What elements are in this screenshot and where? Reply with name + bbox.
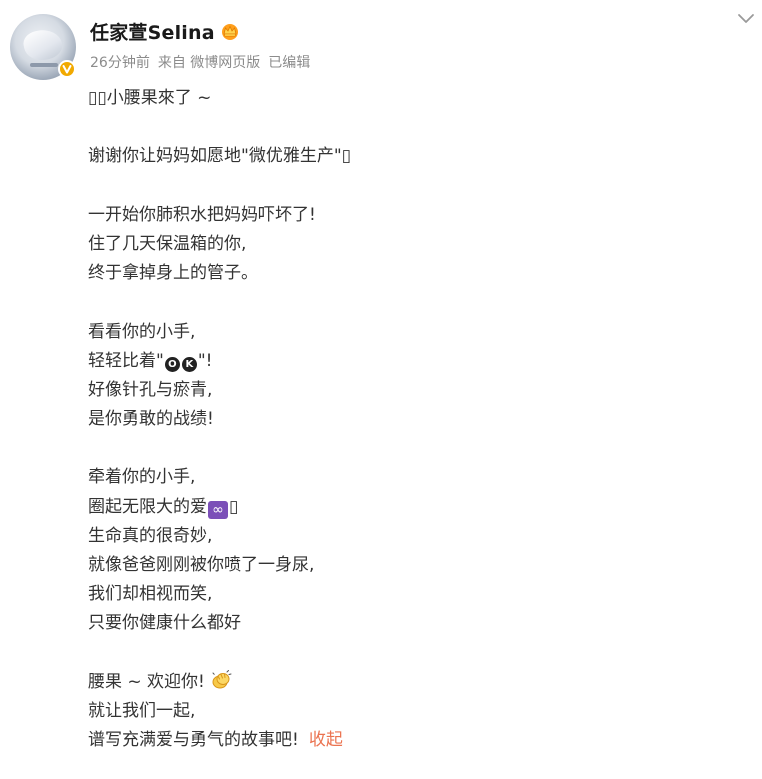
ok-line-suffix: "! [197, 350, 213, 371]
avatar-figure [21, 26, 65, 64]
post-line: 牵着你的小手, [88, 467, 196, 488]
infinity-icon: ∞ [208, 500, 228, 519]
post-line: 谢谢你让妈妈如愿地"微优雅生产"▯ [88, 146, 351, 167]
post-line: 就让我们一起, [88, 700, 196, 721]
ok-k-icon: K [181, 356, 197, 372]
crown-icon [221, 24, 238, 40]
verified-badge-icon [58, 60, 76, 78]
post-edited[interactable]: 已编辑 [268, 52, 310, 72]
post-line: 就像爸爸刚刚被你喷了一身尿, [88, 555, 315, 575]
post-line-last: 谱写充满爱与勇气的故事吧! 收起 [88, 726, 742, 755]
author-row: 任家萱Selina [90, 16, 241, 46]
post-time[interactable]: 26分钟前 [90, 52, 150, 72]
post-line: 一开始你肺积水把妈妈吓坏了! [88, 204, 316, 225]
ok-line-text: 轻轻比着" [88, 350, 164, 371]
post-line: ▯▯小腰果來了 ~ [88, 88, 212, 108]
post-line: 是你勇敢的战绩! [88, 409, 214, 430]
post-line: 住了几天保温箱的你, [88, 233, 247, 254]
post-meta: 26分钟前 来自 微博网页版 已编辑 [90, 52, 310, 72]
post-line: 只要你健康什么都好 [88, 613, 241, 634]
post-source: 来自 微博网页版 [157, 55, 261, 71]
post-line: 我们却相视而笑, [88, 584, 213, 605]
post-line: 好像针孔与瘀青, [88, 379, 213, 400]
post-line: 生命真的很奇妙, [88, 525, 213, 546]
post-line-ok: 轻轻比着" O K "! [88, 347, 742, 376]
avatar-caption [30, 63, 58, 67]
infinity-line-suffix: ▯ [229, 496, 239, 517]
welcome-line-text: 腰果 ~ 欢迎你! [88, 671, 205, 692]
collapse-link[interactable]: 收起 [309, 730, 343, 750]
post-line-infinity: 圈起无限大的爱 ∞ ▯ [88, 493, 742, 522]
infinity-line-text: 圈起无限大的爱 [88, 496, 207, 517]
author-name[interactable]: 任家萱Selina [90, 18, 215, 45]
post-line: 终于拿掉身上的管子。 [88, 263, 258, 284]
weibo-post: 任家萱Selina 26分钟前 来自 微博网页版 已编辑 ▯▯小腰果來了 ~ 谢… [0, 0, 762, 779]
post-line-welcome: 腰果 ~ 欢迎你! [88, 668, 742, 697]
post-line: 看看你的小手, [88, 321, 196, 342]
last-line-text: 谱写充满爱与勇气的故事吧! [88, 730, 299, 751]
chevron-down-icon[interactable] [736, 12, 756, 26]
ok-o-icon: O [164, 356, 180, 372]
clap-hands-icon [212, 669, 232, 689]
post-body: ▯▯小腰果來了 ~ 谢谢你让妈妈如愿地"微优雅生产"▯ 一开始你肺积水把妈妈吓坏… [88, 84, 742, 755]
